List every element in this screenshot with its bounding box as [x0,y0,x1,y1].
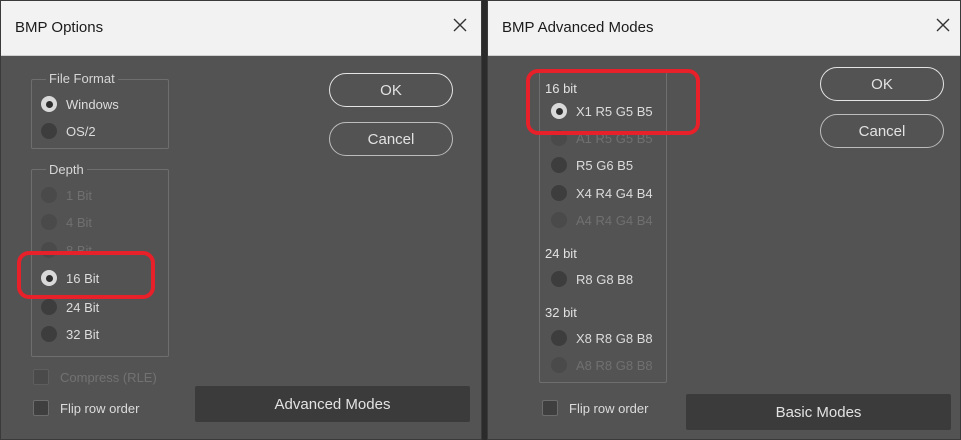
radio-16-bit[interactable]: 16 Bit [41,269,99,287]
group-16-bit-label: 16 bit [545,81,577,96]
ok-button[interactable]: OK [329,73,453,107]
radio-indicator [41,96,57,112]
radio-8-bit[interactable]: 8 Bit [41,241,92,259]
radio-indicator [551,130,567,146]
radio-24-bit[interactable]: 24 Bit [41,298,99,316]
compress-rle-checkbox[interactable]: Compress (RLE) [33,368,157,386]
radio-indicator [41,242,57,258]
radio-indicator [551,157,567,173]
radio-a8r8g8b8[interactable]: A8 R8 G8 B8 [551,356,653,374]
radio-label: 4 Bit [66,214,93,230]
radio-label: X4 R4 G4 B4 [576,185,653,201]
radio-a1r5g5b5[interactable]: A1 R5 G5 B5 [551,129,653,147]
dialog-title: BMP Advanced Modes [502,19,654,36]
radio-label: X8 R8 G8 B8 [576,330,653,346]
group-24-bit-label: 24 bit [545,246,577,261]
advanced-modes-button[interactable]: Advanced Modes [195,386,470,422]
title-bar: BMP Advanced Modes [488,1,960,56]
checkbox-label: Flip row order [60,400,140,416]
close-icon[interactable] [445,10,475,40]
radio-indicator [41,326,57,342]
radio-label: R8 G8 B8 [576,271,634,287]
radio-label: 16 Bit [66,270,100,286]
checkbox-box [33,400,49,416]
radio-4-bit[interactable]: 4 Bit [41,213,92,231]
radio-indicator [551,357,567,373]
bmp-options-dialog: BMP Options File Format Windows OS/2 Dep… [0,0,482,440]
depth-label: Depth [46,162,87,177]
radio-a4r4g4b4[interactable]: A4 R4 G4 B4 [551,211,653,229]
radio-indicator [41,299,57,315]
radio-indicator [551,185,567,201]
radio-windows[interactable]: Windows [41,95,119,113]
dialog-title: BMP Options [15,19,104,36]
radio-label: R5 G6 B5 [576,157,634,173]
radio-1-bit[interactable]: 1 Bit [41,186,92,204]
radio-x4r4g4b4[interactable]: X4 R4 G4 B4 [551,184,653,202]
basic-modes-button[interactable]: Basic Modes [686,394,951,430]
radio-r8g8b8[interactable]: R8 G8 B8 [551,270,633,288]
radio-indicator [41,187,57,203]
radio-label: Windows [66,96,119,112]
radio-label: A4 R4 G4 B4 [576,212,653,228]
flip-row-order-checkbox[interactable]: Flip row order [542,399,648,417]
radio-label: 24 Bit [66,299,100,315]
flip-row-order-checkbox[interactable]: Flip row order [33,399,139,417]
radio-label: 1 Bit [66,187,93,203]
cancel-button[interactable]: Cancel [820,114,944,148]
radio-32-bit[interactable]: 32 Bit [41,325,99,343]
bmp-advanced-modes-dialog: BMP Advanced Modes 16 bit X1 R5 G5 B5 A1… [487,0,961,440]
radio-label: A8 R8 G8 B8 [576,357,653,373]
radio-label: 8 Bit [66,242,93,258]
radio-x1r5g5b5[interactable]: X1 R5 G5 B5 [551,102,653,120]
radio-indicator [551,271,567,287]
file-format-label: File Format [46,71,118,86]
radio-indicator [551,212,567,228]
radio-label: X1 R5 G5 B5 [576,103,653,119]
radio-label: 32 Bit [66,326,100,342]
radio-x8r8g8b8[interactable]: X8 R8 G8 B8 [551,329,653,347]
radio-indicator [551,103,567,119]
checkbox-label: Compress (RLE) [60,369,157,385]
radio-label: OS/2 [66,123,96,139]
ok-button[interactable]: OK [820,67,944,101]
title-bar: BMP Options [1,1,481,56]
checkbox-box [33,369,49,385]
radio-indicator [551,330,567,346]
group-32-bit-label: 32 bit [545,305,577,320]
checkbox-box [542,400,558,416]
radio-label: A1 R5 G5 B5 [576,130,653,146]
radio-indicator [41,123,57,139]
radio-os2[interactable]: OS/2 [41,122,96,140]
radio-indicator [41,214,57,230]
cancel-button[interactable]: Cancel [329,122,453,156]
close-icon[interactable] [928,10,958,40]
radio-indicator [41,270,57,286]
checkbox-label: Flip row order [569,400,649,416]
radio-r5g6b5[interactable]: R5 G6 B5 [551,156,633,174]
